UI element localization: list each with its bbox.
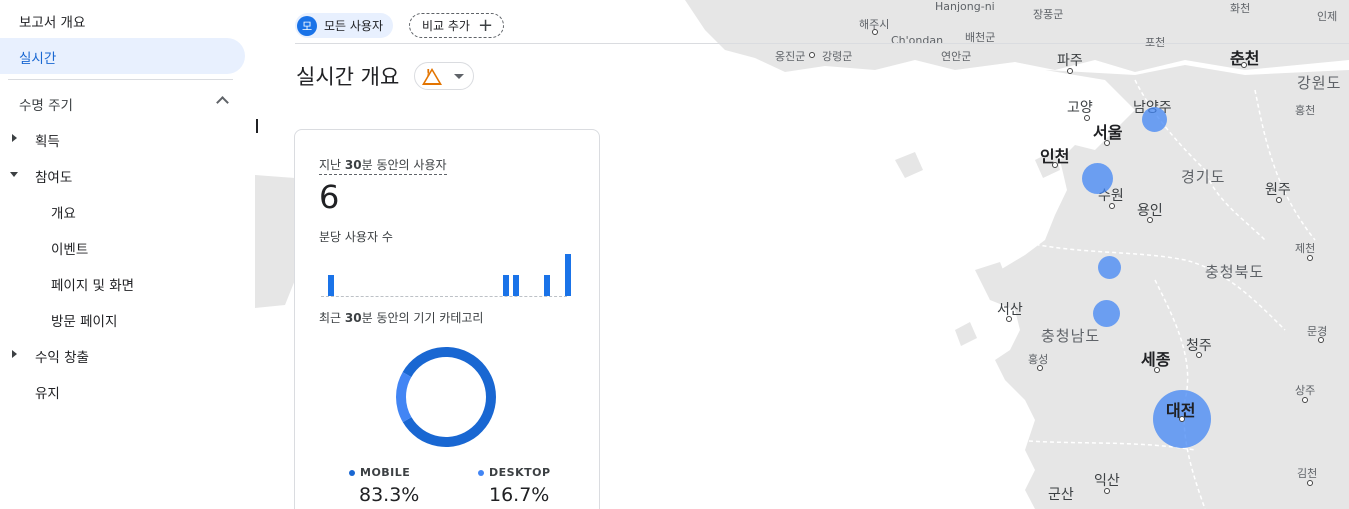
donut-slice-desktop[interactable] — [396, 372, 412, 423]
device-donut-chart[interactable] — [393, 344, 499, 450]
sidebar-item-landing-page[interactable]: 방문 페이지 — [51, 310, 117, 330]
legend-mobile-label: MOBILE — [360, 466, 411, 479]
map-label-paju: 파주 — [1057, 53, 1083, 69]
all-users-chip[interactable]: 모 모든 사용자 — [295, 13, 394, 38]
per-minute-bar[interactable] — [503, 275, 510, 296]
map-label-gangnyeong: 강령군 — [822, 50, 853, 63]
map-dot — [1318, 337, 1324, 343]
per-minute-bar[interactable] — [328, 275, 334, 296]
map-dot — [1104, 488, 1110, 494]
map-dot — [1241, 62, 1247, 68]
map-dot — [1302, 397, 1308, 403]
caret-right-icon[interactable] — [12, 134, 17, 142]
users-per-minute-label: 분당 사용자 수 — [319, 230, 393, 244]
caret-down-icon — [454, 73, 464, 79]
map-label-gunsan: 군산 — [1048, 487, 1074, 503]
map-label-jangpung: 장풍군 — [1033, 8, 1064, 21]
map-label-yonan: 연안군 — [941, 50, 972, 63]
caret-right-icon[interactable] — [12, 350, 17, 358]
donut-slice-mobile[interactable] — [402, 347, 496, 447]
map-label-mungyeong: 문경 — [1307, 325, 1328, 338]
users-30min-value: 6 — [319, 178, 340, 216]
map-label-hongcheon: 홍천 — [1295, 104, 1316, 117]
map-dot — [872, 29, 878, 35]
caret-down-icon[interactable] — [10, 172, 18, 177]
map-label-jecheon: 제천 — [1295, 242, 1316, 255]
map-label-goyang: 고양 — [1067, 100, 1093, 116]
map-label-chondan: Ch'ondan — [891, 34, 944, 47]
map-label-chungnam: 충청남도 — [1041, 327, 1101, 345]
map-dot — [1067, 68, 1073, 74]
map-label-gimcheon: 김천 — [1297, 467, 1318, 480]
all-users-label: 모든 사용자 — [324, 19, 384, 33]
map-bubble-suwon[interactable] — [1082, 163, 1113, 194]
map-dot — [1307, 480, 1313, 486]
warning-triangle-icon — [422, 67, 442, 85]
users-30min-label[interactable]: 지난 30분 동안의 사용자 — [319, 156, 447, 175]
map-label-ongjin: 옹진군 — [775, 50, 806, 63]
map-dot — [1179, 416, 1185, 422]
sidebar-item-engagement-overview[interactable]: 개요 — [51, 202, 76, 222]
map-label-inje: 인제 — [1317, 10, 1338, 23]
map-bubble-pyeongtaek[interactable] — [1098, 256, 1121, 279]
legend-desktop-label: DESKTOP — [489, 466, 551, 479]
sidebar-item-monetization[interactable]: 수익 창출 — [35, 346, 89, 366]
sidebar-nav: 보고서 개요 실시간 수명 주기 획득 참여도 개요 이벤트 페이지 및 화면 … — [0, 0, 255, 509]
avatar: 모 — [297, 15, 317, 36]
map-label-sangju: 상주 — [1295, 384, 1316, 397]
legend-desktop: DESKTOP — [478, 466, 551, 479]
sidebar-item-retention[interactable]: 유지 — [35, 382, 60, 402]
map-bubble-namyangju[interactable] — [1142, 107, 1167, 132]
data-quality-dropdown[interactable] — [414, 62, 474, 90]
legend-dot — [349, 469, 355, 476]
sidebar-item-report-overview[interactable]: 보고서 개요 — [19, 11, 85, 31]
map-label-gangwon: 강원도 — [1297, 74, 1342, 92]
text-cursor — [256, 119, 258, 133]
map-dot — [1196, 352, 1202, 358]
map-label-hanjong: Hanjong-ni — [935, 0, 995, 13]
map-dot — [1276, 197, 1282, 203]
chevron-up-icon[interactable] — [216, 96, 229, 109]
warning-exclamation-icon: ! — [426, 68, 431, 79]
map-dot — [1307, 255, 1313, 261]
sidebar-item-acquisition[interactable]: 획득 — [35, 130, 60, 150]
realtime-users-card: 지난 30분 동안의 사용자 6 분당 사용자 수 최근 30분 동안의 기기 … — [294, 129, 600, 509]
per-minute-bar[interactable] — [544, 275, 551, 296]
map-label-wonju: 원주 — [1265, 182, 1291, 198]
map-dot — [1052, 162, 1058, 168]
map-dot — [1006, 316, 1012, 322]
map-label-gyeonggi: 경기도 — [1181, 168, 1226, 186]
map-label-hwachon: 화천 — [1230, 2, 1251, 15]
map-dot — [1084, 115, 1090, 121]
map-dot — [809, 52, 815, 58]
map-dot — [1104, 140, 1110, 146]
sidebar-item-realtime[interactable]: 실시간 — [19, 47, 56, 67]
sidebar-divider — [8, 79, 233, 80]
add-comparison-label: 비교 추가 — [422, 19, 470, 33]
map-label-pocheon: 포천 — [1145, 36, 1166, 49]
map-label-iksan: 익산 — [1094, 473, 1120, 489]
map-dot — [1154, 367, 1160, 373]
legend-mobile: MOBILE — [349, 466, 410, 479]
page-title: 실시간 개요 — [296, 65, 400, 89]
desktop-percent: 16.7% — [489, 484, 550, 506]
per-minute-bar[interactable] — [564, 254, 571, 296]
chart-baseline — [321, 296, 567, 297]
header-divider — [295, 43, 1349, 44]
map-dot — [1109, 203, 1115, 209]
sidebar-item-events[interactable]: 이벤트 — [51, 238, 88, 258]
plus-icon: + — [477, 14, 494, 36]
mobile-percent: 83.3% — [359, 484, 420, 506]
sidebar-section-lifecycle[interactable]: 수명 주기 — [19, 94, 73, 114]
sidebar-item-engagement[interactable]: 참여도 — [35, 166, 72, 186]
add-comparison-button[interactable]: 비교 추가 + — [409, 13, 505, 38]
map-dot — [1147, 217, 1153, 223]
device-category-label: 최근 30분 동안의 기기 카테고리 — [319, 311, 484, 325]
legend-dot — [478, 469, 484, 476]
sidebar-item-pages-screens[interactable]: 페이지 및 화면 — [51, 274, 134, 294]
map-bubble-asan[interactable] — [1093, 300, 1120, 327]
map-dot — [1037, 365, 1043, 371]
map-label-chungbuk: 충청북도 — [1205, 263, 1265, 281]
per-minute-bar[interactable] — [513, 275, 520, 296]
